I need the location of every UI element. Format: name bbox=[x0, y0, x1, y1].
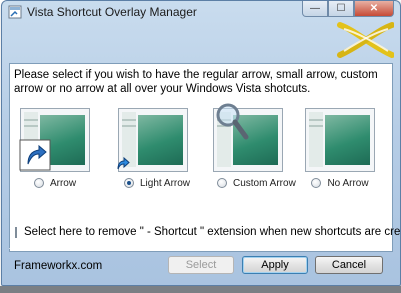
title-bar[interactable]: Vista Shortcut Overlay Manager — ☐ ✕ bbox=[2, 1, 400, 23]
cancel-button[interactable]: Cancel bbox=[315, 256, 383, 274]
remove-extension-checkbox[interactable] bbox=[15, 226, 17, 238]
no-arrow-preview-image bbox=[305, 108, 375, 172]
close-icon: ✕ bbox=[369, 3, 379, 14]
small-arrow-icon bbox=[117, 156, 130, 170]
option-no-arrow[interactable]: No Arrow bbox=[305, 108, 375, 193]
option-light-arrow[interactable]: Light Arrow bbox=[117, 108, 191, 193]
arrow-label: Arrow bbox=[49, 177, 77, 189]
maximize-icon: ☐ bbox=[336, 3, 346, 14]
apply-button[interactable]: Apply bbox=[242, 256, 308, 274]
custom-arrow-label: Custom Arrow bbox=[233, 177, 296, 189]
minimize-icon: — bbox=[310, 3, 320, 14]
light-arrow-radio[interactable] bbox=[124, 178, 134, 188]
option-custom-arrow[interactable]: Custom Arrow bbox=[213, 103, 296, 193]
select-button[interactable]: Select bbox=[168, 256, 234, 274]
footer-bar: Frameworkx.com Select Apply Cancel bbox=[2, 252, 400, 282]
no-arrow-label: No Arrow bbox=[327, 177, 369, 189]
custom-arrow-radio[interactable] bbox=[217, 178, 227, 188]
close-button[interactable]: ✕ bbox=[354, 1, 394, 17]
light-arrow-label: Light Arrow bbox=[140, 177, 191, 189]
remove-extension-label: Select here to remove " - Shortcut " ext… bbox=[24, 226, 401, 238]
option-arrow[interactable]: Arrow bbox=[19, 108, 90, 193]
large-arrow-icon bbox=[19, 139, 51, 171]
arrow-radio[interactable] bbox=[33, 178, 44, 188]
site-link[interactable]: Frameworkx.com bbox=[14, 260, 102, 272]
app-window: Vista Shortcut Overlay Manager — ☐ ✕ Ple… bbox=[1, 0, 401, 286]
window-title: Vista Shortcut Overlay Manager bbox=[27, 5, 197, 19]
minimize-button[interactable]: — bbox=[302, 1, 328, 17]
frameworkx-logo-icon bbox=[337, 22, 394, 58]
instructions-text: Please select if you wish to have the re… bbox=[14, 69, 378, 95]
magnifier-icon bbox=[216, 103, 249, 140]
divider bbox=[9, 248, 391, 249]
light-arrow-preview-image bbox=[117, 108, 188, 172]
background-strip bbox=[0, 286, 401, 293]
remove-extension-row[interactable]: Select here to remove " - Shortcut " ext… bbox=[9, 221, 400, 243]
maximize-button[interactable]: ☐ bbox=[328, 1, 354, 17]
custom-arrow-preview-image bbox=[213, 103, 283, 172]
app-icon bbox=[8, 5, 22, 19]
arrow-preview-image bbox=[19, 108, 90, 172]
no-arrow-radio[interactable] bbox=[311, 178, 322, 188]
